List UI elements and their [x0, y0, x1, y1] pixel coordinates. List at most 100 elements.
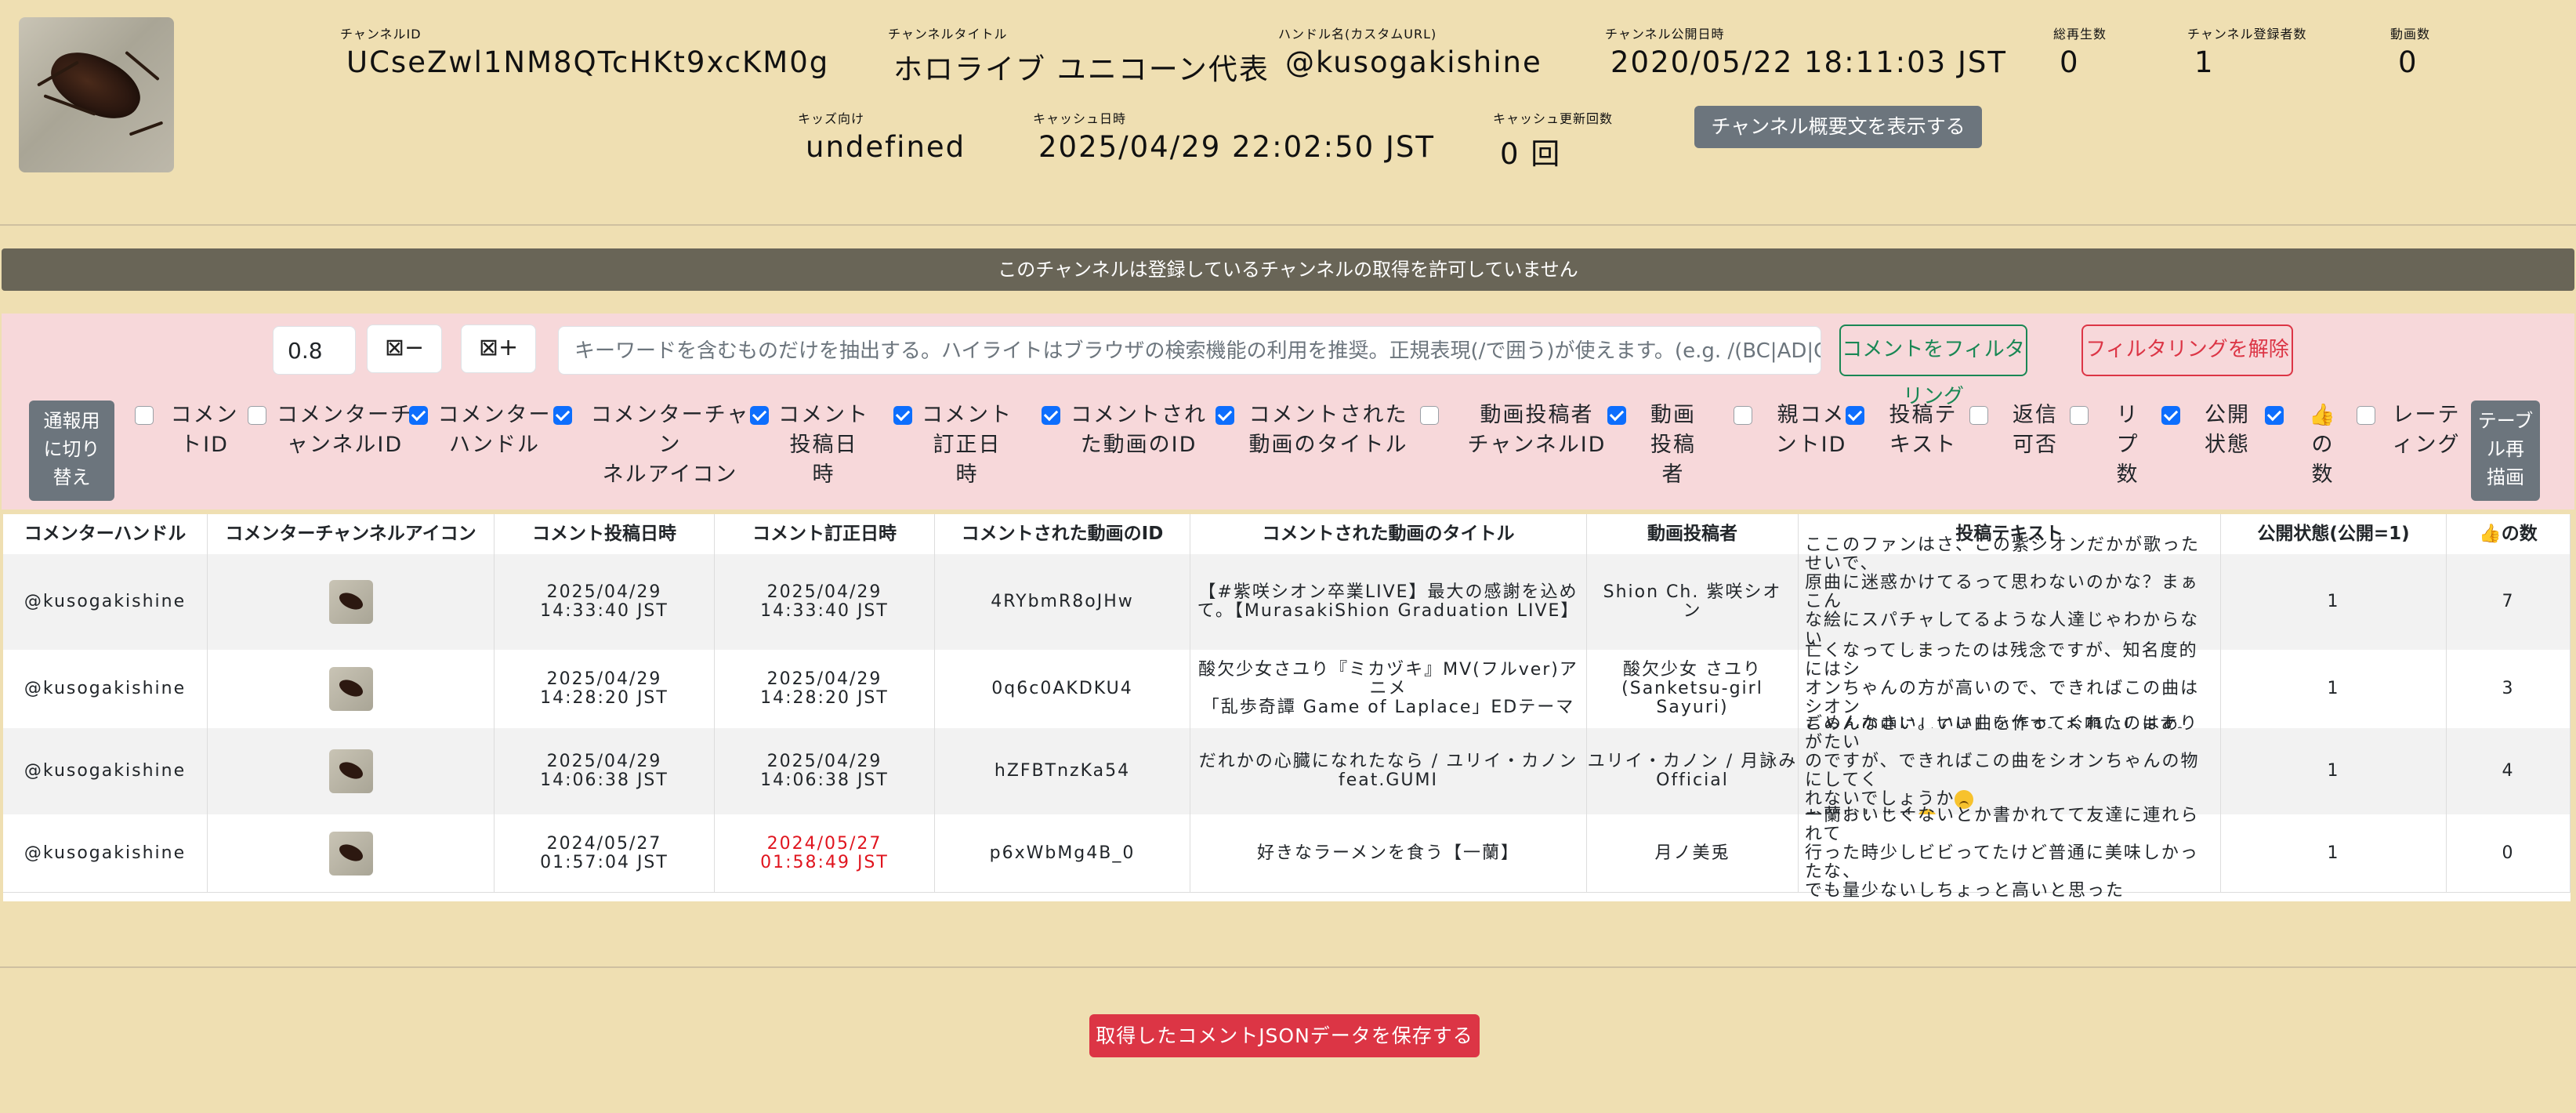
column-checkbox[interactable] — [750, 406, 769, 425]
header-edited[interactable]: コメント訂正日時 — [715, 514, 935, 554]
channel-avatar — [19, 17, 174, 172]
header-commenter-icon[interactable]: コメンターチャンネルアイコン — [208, 514, 495, 554]
video-title: 【#紫咲シオン卒業LIVE】最大の感謝を込め て。【MurasakiShion G… — [1190, 554, 1587, 650]
column-checkbox[interactable] — [1216, 406, 1234, 425]
cache-count-label: キャッシュ更新回数 — [1493, 111, 1614, 126]
kids-label: キッズ向け — [798, 111, 865, 126]
public-status: 1 — [2221, 814, 2447, 892]
likes-count: 4 — [2447, 728, 2571, 814]
column-checkbox[interactable] — [135, 406, 154, 425]
header-video-title[interactable]: コメントされた動画のタイトル — [1190, 514, 1587, 554]
uploader: 酸欠少女 さユり (Sanketsu-girl Sayuri) — [1587, 650, 1799, 728]
header-likes[interactable]: 👍の数 — [2447, 514, 2571, 554]
channel-id: UCseZwl1NM8QTcHKt9xcKM0g — [346, 45, 830, 79]
video-id: hZFBTnzKa54 — [935, 728, 1190, 814]
commenter-handle: @kusogakishine — [3, 814, 208, 892]
column-toggle-label: 👍 の数 — [2309, 403, 2337, 487]
column-checkbox[interactable] — [1042, 406, 1060, 425]
column-checkbox[interactable] — [1846, 406, 1864, 425]
subscribers-label: チャンネル登録者数 — [2187, 27, 2307, 42]
column-toggle-label: コメントされた 動画のタイトル — [1248, 403, 1408, 457]
handle: @kusogakishine — [1285, 45, 1542, 79]
column-checkbox[interactable] — [248, 406, 266, 425]
table-row: @kusogakishine 2025/04/29 14:06:38 JST 2025… — [3, 715, 2571, 828]
clear-filter-button[interactable]: フィルタリングを解除 — [2081, 324, 2293, 376]
keyword-search-input[interactable]: キーワードを含むものだけを抽出する。ハイライトはブラウザの検索機能の利用を推奨。… — [558, 326, 1821, 375]
column-checkbox[interactable] — [2265, 406, 2284, 425]
subscribers-count: 1 — [2194, 45, 2215, 79]
kids-value: undefined — [806, 130, 966, 164]
column-toggle-label: 投稿テ キスト — [1889, 403, 1958, 457]
published-date: 2020/05/22 18:11:03 JST — [1610, 45, 2007, 79]
header-posted[interactable]: コメント投稿日時 — [495, 514, 715, 554]
column-checkbox[interactable] — [1969, 406, 1988, 425]
video-id: 4RYbmR8oJHw — [935, 554, 1190, 650]
column-toggle-label: コメント 投稿日時 — [778, 403, 869, 487]
column-checkbox[interactable] — [1420, 406, 1439, 425]
column-checkbox[interactable] — [553, 406, 572, 425]
posted-datetime: 2025/04/29 14:33:40 JST — [495, 554, 715, 650]
commenter-handle: @kusogakishine — [3, 728, 208, 814]
column-toggle-label: 動画 投稿者 — [1650, 403, 1696, 487]
divider-bottom — [0, 966, 2576, 968]
channel-title: ホロライブ ユニコーン代表 — [893, 53, 1270, 86]
redraw-table-button[interactable]: テーブ ル再 描画 — [2471, 401, 2540, 501]
column-checkbox[interactable] — [2161, 406, 2180, 425]
permission-banner: このチャンネルは登録しているチャンネルの取得を許可していません — [2, 248, 2574, 291]
save-json-button[interactable]: 取得したコメントJSONデータを保存する — [1089, 1014, 1480, 1057]
channel-title-label: チャンネルタイトル — [888, 27, 1008, 42]
commenter-avatar — [328, 580, 373, 624]
cache-date-label: キャッシュ日時 — [1033, 111, 1127, 126]
threshold-input[interactable]: 0.8 — [273, 326, 356, 375]
column-checkbox[interactable] — [2357, 406, 2375, 425]
commenter-avatar — [328, 667, 373, 711]
header-public[interactable]: 公開状態(公開=1) — [2221, 514, 2447, 554]
views-count: 0 — [2060, 45, 2080, 79]
column-checkbox[interactable] — [893, 406, 912, 425]
commenter-avatar — [328, 749, 373, 793]
decrease-button[interactable]: ⊠− — [367, 324, 442, 373]
edited-datetime: 2025/04/29 14:06:38 JST — [715, 728, 935, 814]
edited-datetime: 2025/04/29 14:33:40 JST — [715, 554, 935, 650]
column-checkbox[interactable] — [1607, 406, 1626, 425]
posted-datetime: 2025/04/29 14:06:38 JST — [495, 728, 715, 814]
commenter-icon-cell — [208, 650, 495, 728]
likes-count: 0 — [2447, 814, 2571, 892]
header-uploader[interactable]: 動画投稿者 — [1587, 514, 1799, 554]
column-checkbox[interactable] — [409, 406, 428, 425]
cockroach-image — [41, 38, 150, 132]
public-status: 1 — [2221, 728, 2447, 814]
videos-label: 動画数 — [2390, 27, 2431, 42]
cache-date: 2025/04/29 22:02:50 JST — [1038, 130, 1435, 164]
comments-table: コメンターハンドル コメンターチャンネルアイコン コメント投稿日時 コメント訂正… — [3, 514, 2571, 901]
increase-button[interactable]: ⊠+ — [461, 324, 536, 373]
column-checkbox[interactable] — [1734, 406, 1752, 425]
commenter-avatar — [328, 831, 373, 876]
edited-datetime: 2024/05/27 01:58:49 JST — [715, 814, 935, 892]
table-row: @kusogakishine 2025/04/29 14:33:40 JST 2025… — [3, 536, 2571, 668]
posted-datetime: 2024/05/27 01:57:04 JST — [495, 814, 715, 892]
cache-count: 0 回 — [1500, 137, 1562, 171]
comment-text: ごめんなさい。いい曲を作ってくれたのはありがたい のですが、できればこの曲をシオン… — [1799, 715, 2221, 828]
header-video-id[interactable]: コメントされた動画のID — [935, 514, 1190, 554]
table-row: @kusogakishine 2024/05/27 01:57:04 JST 2024… — [3, 806, 2571, 900]
commenter-icon-cell — [208, 728, 495, 814]
header-commenter-handle[interactable]: コメンターハンドル — [3, 514, 208, 554]
divider — [0, 224, 2576, 226]
video-id: p6xWbMg4B_0 — [935, 814, 1190, 892]
show-description-button[interactable]: チャンネル概要文を表示する — [1694, 106, 1982, 148]
column-toggle-label: レーテ ィング — [2392, 403, 2461, 457]
edited-datetime: 2025/04/29 14:28:20 JST — [715, 650, 935, 728]
commenter-icon-cell — [208, 554, 495, 650]
toggle-report-mode-button[interactable]: 通報用 に切り 替え — [29, 401, 114, 501]
column-toggle-label: コメンター ハンドル — [437, 403, 552, 457]
filter-comments-button[interactable]: コメントをフィルタリング — [1839, 324, 2027, 408]
uploader: 月ノ美兎 — [1587, 814, 1799, 892]
column-toggle-label: コメントされ た動画のID — [1071, 403, 1207, 457]
column-checkbox[interactable] — [2070, 406, 2089, 425]
views-label: 総再生数 — [2053, 27, 2107, 42]
channel-id-label: チャンネルID — [340, 27, 422, 42]
comment-text: 一蘭おいしくないとか書かれてて友達に連れられて 行った時少しビビってたけど普通に美… — [1799, 806, 2221, 900]
commenter-handle: @kusogakishine — [3, 554, 208, 650]
column-toggle-label: 公開 状態 — [2205, 403, 2250, 457]
